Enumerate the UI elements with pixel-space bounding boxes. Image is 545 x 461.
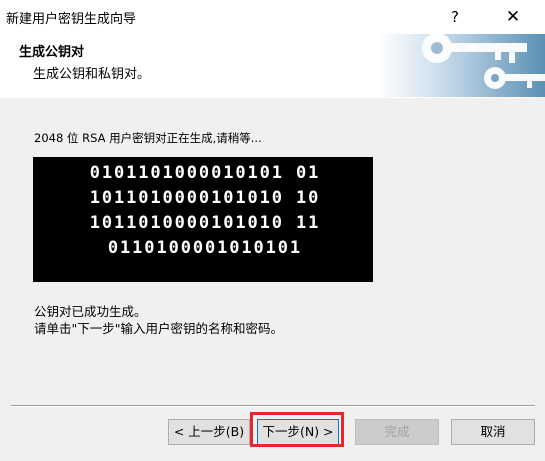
finish-button[interactable]: 完成 — [355, 419, 439, 445]
button-separator — [11, 405, 535, 407]
status-text: 2048 位 RSA 用户密钥对正在生成,请稍等... — [34, 131, 262, 145]
help-button[interactable]: ? — [432, 0, 478, 34]
instruction-message: 请单击"下一步"输入用户密钥的名称和密码。 — [34, 321, 283, 336]
binary-display: 0101101000010101 01 1011010000101010 10 … — [33, 157, 373, 282]
close-button[interactable]: ✕ — [490, 0, 536, 34]
window-title: 新建用户密钥生成向导 — [6, 12, 137, 27]
binary-line: 1011010000101010 11 — [89, 213, 321, 233]
header-title: 生成公钥对 — [19, 45, 85, 60]
next-button-highlight — [250, 412, 344, 447]
wizard-header: 生成公钥对 生成公钥和私钥对。 — [0, 34, 545, 98]
back-button[interactable]: < 上一步(B) — [168, 419, 250, 445]
title-bar: 新建用户密钥生成向导 ? ✕ — [0, 0, 545, 34]
cancel-button[interactable]: 取消 — [451, 419, 535, 445]
binary-line: 0101101000010101 01 — [89, 163, 321, 183]
binary-line: 1011010000101010 10 — [89, 188, 321, 208]
header-subtitle: 生成公钥和私钥对。 — [33, 67, 151, 82]
keys-icon — [377, 34, 545, 97]
header-divider — [0, 97, 545, 98]
binary-line: 0110100001010101 — [107, 238, 303, 258]
